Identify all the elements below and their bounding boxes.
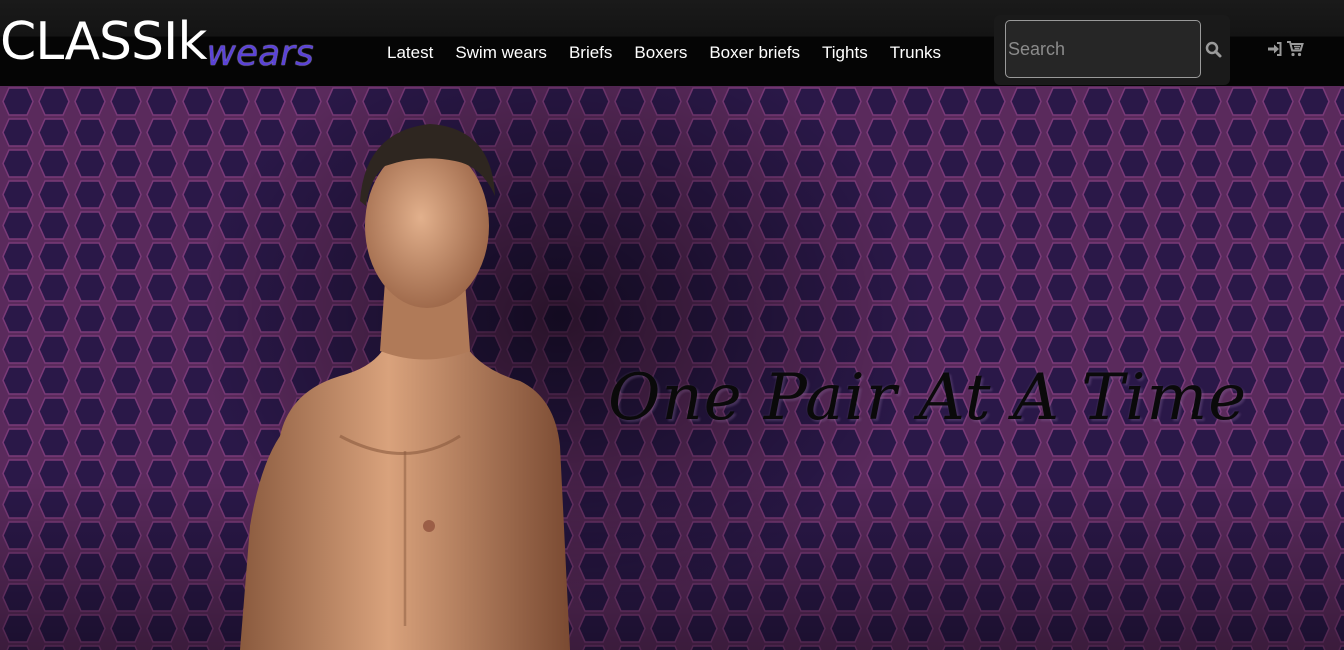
nav-link-boxer-briefs[interactable]: Boxer briefs: [698, 40, 811, 66]
hero-tagline: One Pair At A Time: [608, 361, 1248, 435]
search-icon[interactable]: [1204, 40, 1224, 60]
brand-name-accent: wears: [206, 33, 314, 74]
account-icons: [1266, 40, 1304, 58]
nav-link-trunks[interactable]: Trunks: [879, 40, 952, 66]
search-input[interactable]: [1005, 20, 1201, 78]
brand-logo[interactable]: CLASSIkwears: [0, 12, 314, 74]
nav-link-latest[interactable]: Latest: [376, 40, 444, 66]
nav-link-tights[interactable]: Tights: [811, 40, 879, 66]
nav-link-briefs[interactable]: Briefs: [558, 40, 623, 66]
nav-link-boxers[interactable]: Boxers: [623, 40, 698, 66]
main-nav: Latest Swim wears Briefs Boxers Boxer br…: [376, 40, 952, 66]
model-photo: [240, 124, 570, 650]
brand-name-main: CLASSIk: [0, 12, 208, 72]
search-form: [994, 15, 1230, 85]
page: CLASSIkwears Latest Swim wears Briefs Bo…: [0, 0, 1344, 650]
nav-link-swim-wears[interactable]: Swim wears: [444, 40, 558, 66]
shopping-cart-icon[interactable]: [1286, 40, 1304, 58]
navbar: CLASSIkwears Latest Swim wears Briefs Bo…: [0, 0, 1344, 86]
sign-in-icon[interactable]: [1266, 40, 1284, 58]
hero-banner: One Pair At A Time: [0, 86, 1344, 650]
